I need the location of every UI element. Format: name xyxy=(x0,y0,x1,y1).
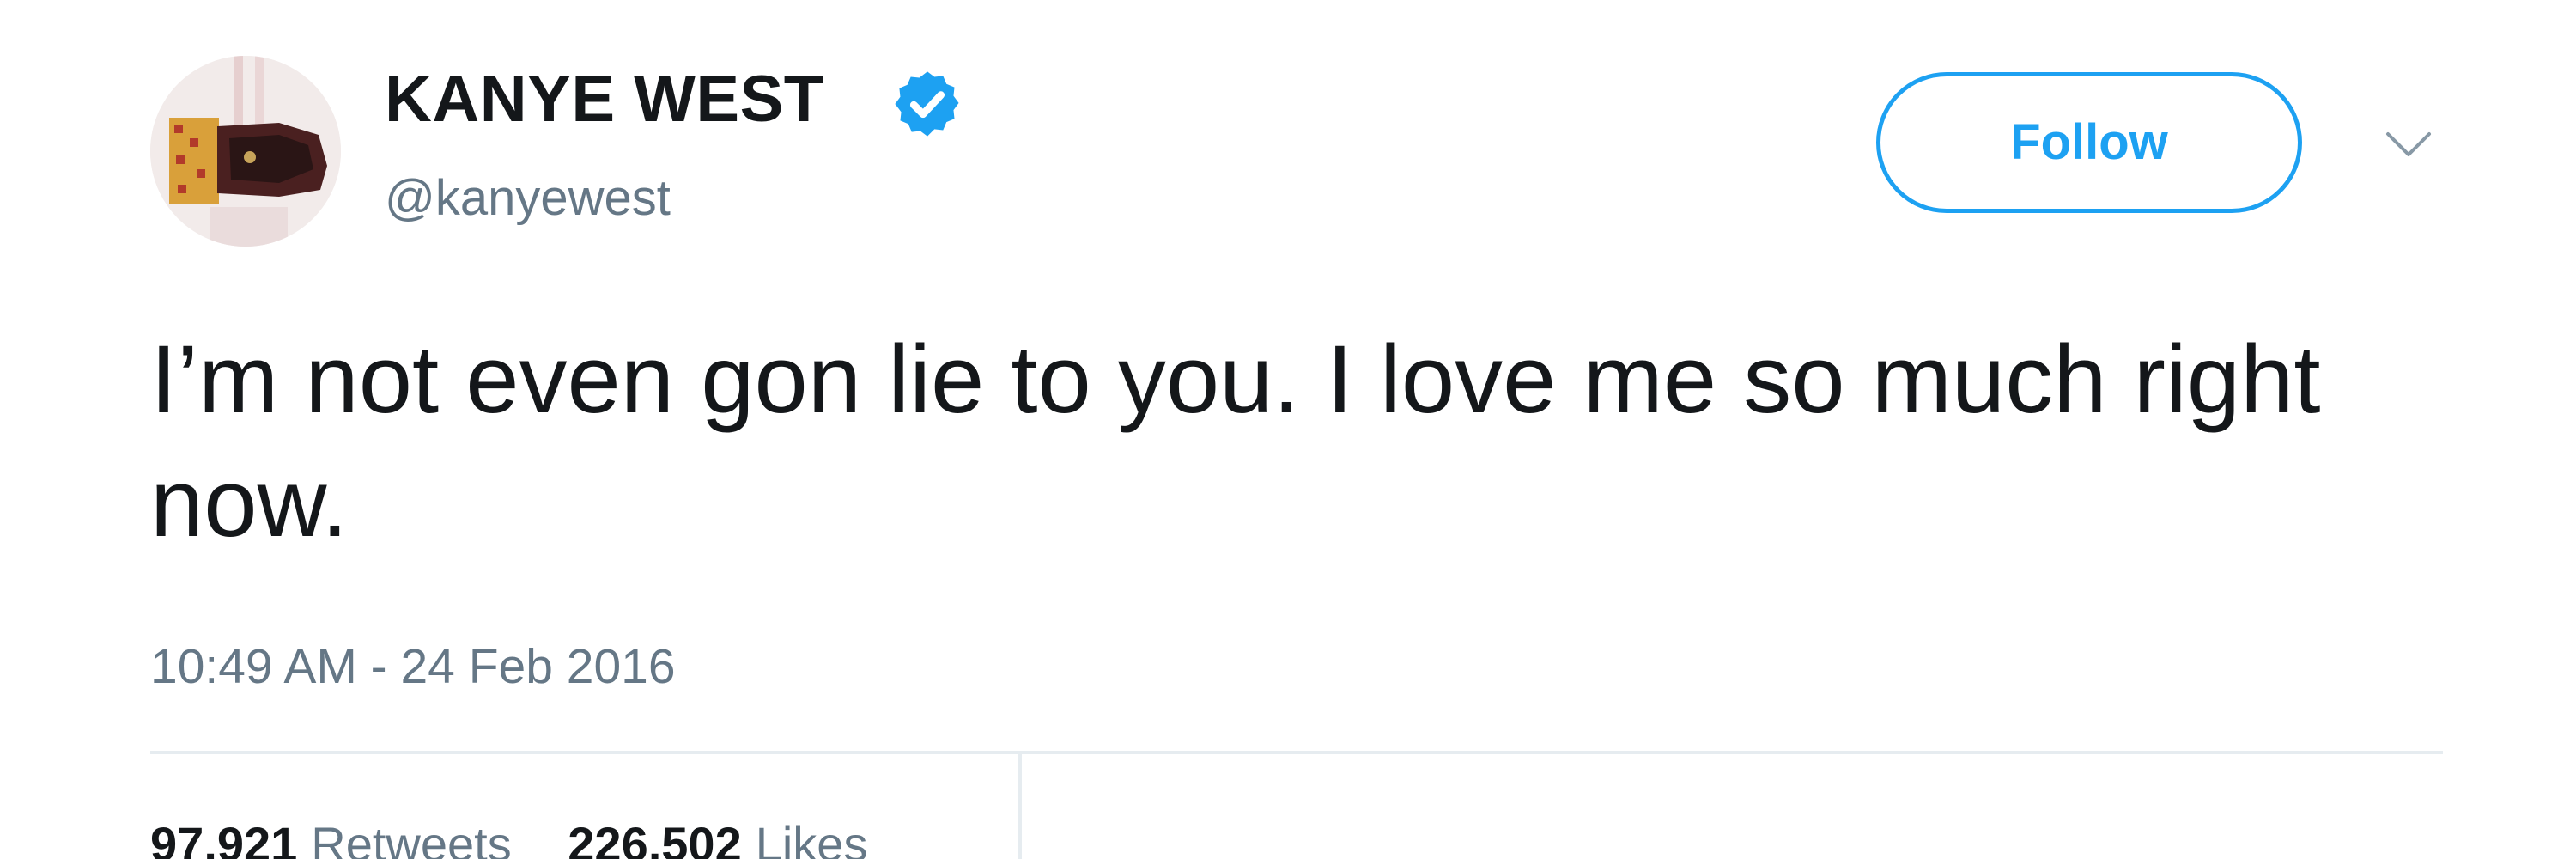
tweet-card: KANYE WEST @kanyewest Follow I’m not eve… xyxy=(0,0,2576,859)
avatar-image xyxy=(150,56,341,247)
tweet-text: I’m not even gon lie to you. I love me s… xyxy=(150,326,2321,557)
follow-button[interactable]: Follow xyxy=(1876,72,2302,213)
user-handle[interactable]: @kanyewest xyxy=(385,174,671,223)
divider xyxy=(150,751,2443,754)
avatar[interactable] xyxy=(150,56,341,247)
verified-badge-icon xyxy=(895,71,959,137)
retweets-count: 97,921 xyxy=(150,817,298,859)
display-name[interactable]: KANYE WEST xyxy=(385,67,824,132)
tweet-stats: 97,921 Retweets 226,502 Likes xyxy=(150,820,867,859)
tweet-timestamp[interactable]: 10:49 AM - 24 Feb 2016 xyxy=(150,643,676,691)
chevron-down-icon[interactable] xyxy=(2383,127,2434,161)
retweets-label: Retweets xyxy=(311,817,512,859)
likes-stat[interactable]: 226,502 Likes xyxy=(568,817,867,859)
stats-separator xyxy=(1018,754,1022,859)
likes-count: 226,502 xyxy=(568,817,742,859)
follow-button-label: Follow xyxy=(2010,114,2168,170)
likes-label: Likes xyxy=(755,817,868,859)
retweets-stat[interactable]: 97,921 Retweets xyxy=(150,817,525,859)
